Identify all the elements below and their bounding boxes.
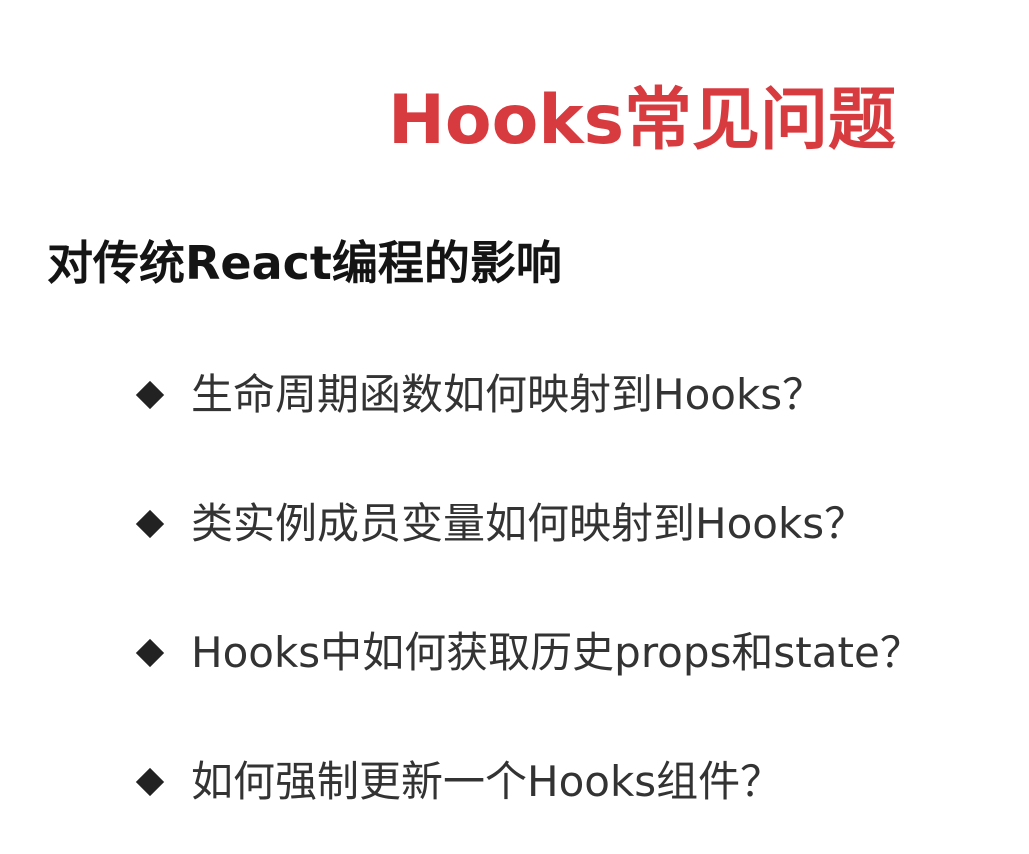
- diamond-bullet-icon: [135, 767, 165, 797]
- bullet-text: 生命周期函数如何映射到Hooks？: [191, 370, 825, 419]
- slide-title: Hooks常见问题: [388, 81, 897, 160]
- section-heading: 对传统React编程的影响: [47, 236, 562, 290]
- bullet-item: 如何强制更新一个Hooks组件？: [135, 752, 922, 812]
- diamond-bullet-icon: [135, 380, 165, 410]
- bullet-text: Hooks中如何获取历史props和state？: [191, 628, 922, 677]
- diamond-bullet-icon: [135, 509, 165, 539]
- bullet-list: 生命周期函数如何映射到Hooks？ 类实例成员变量如何映射到Hooks？ Hoo…: [135, 365, 922, 812]
- bullet-item: 生命周期函数如何映射到Hooks？: [135, 365, 922, 425]
- bullet-item: Hooks中如何获取历史props和state？: [135, 623, 922, 683]
- bullet-item: 类实例成员变量如何映射到Hooks？: [135, 494, 922, 554]
- bullet-text: 如何强制更新一个Hooks组件？: [191, 757, 783, 806]
- bullet-text: 类实例成员变量如何映射到Hooks？: [191, 499, 867, 548]
- diamond-bullet-icon: [135, 638, 165, 668]
- slide: Hooks常见问题 对传统React编程的影响 生命周期函数如何映射到Hooks…: [0, 0, 1029, 854]
